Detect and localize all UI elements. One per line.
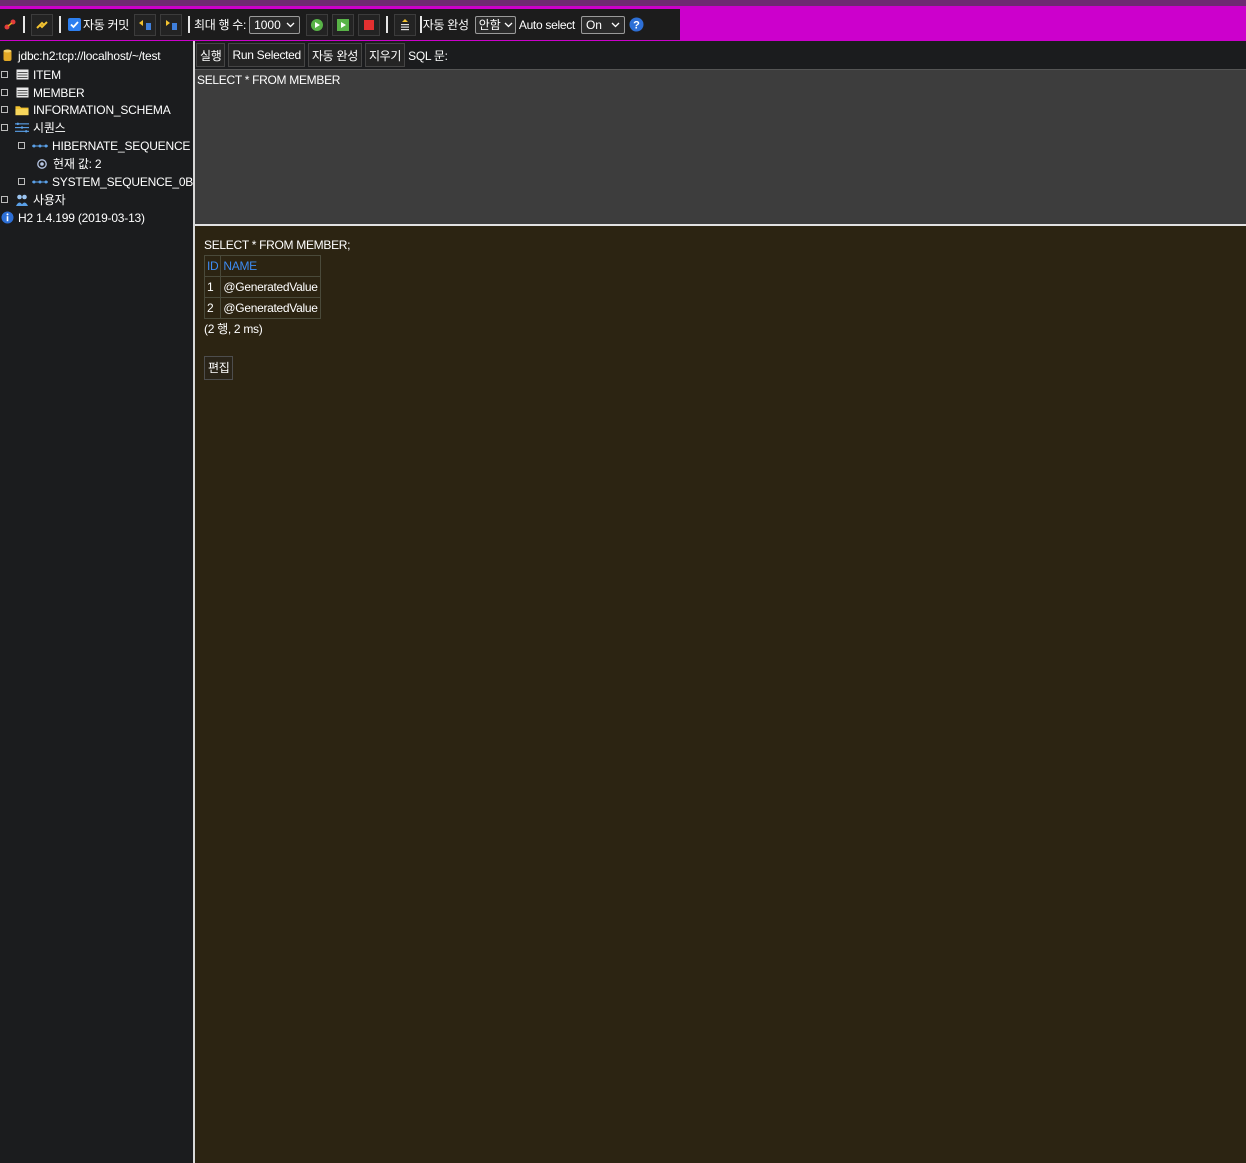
rollback-icon[interactable] bbox=[134, 13, 156, 36]
executed-statement: SELECT * FROM MEMBER; bbox=[204, 238, 351, 252]
expand-toggle[interactable] bbox=[1, 106, 8, 113]
object-tree: jdbc:h2:tcp://localhost/~/test ITEM MEMB… bbox=[0, 41, 193, 1163]
toolbar-separator bbox=[385, 16, 388, 33]
results-panel: SELECT * FROM MEMBER; ID NAME 1 @Generat… bbox=[195, 226, 1246, 1163]
max-rows-select[interactable]: 1000 bbox=[249, 15, 300, 34]
auto-select-value: On bbox=[585, 17, 602, 32]
tree-item-member[interactable]: MEMBER bbox=[1, 84, 85, 101]
run-button[interactable]: 실행 bbox=[196, 43, 226, 67]
expand-toggle[interactable] bbox=[1, 71, 8, 78]
max-rows-value: 1000 bbox=[254, 17, 281, 32]
database-icon bbox=[2, 49, 13, 63]
top-stripe bbox=[0, 0, 1246, 6]
tree-label: SYSTEM_SEQUENCE_0B bbox=[52, 174, 193, 189]
column-header-id[interactable]: ID bbox=[203, 255, 222, 277]
chevron-down-icon bbox=[504, 22, 513, 27]
tree-item-item[interactable]: ITEM bbox=[1, 66, 61, 83]
tree-label: HIBERNATE_SEQUENCE bbox=[52, 138, 191, 153]
toolbar-separator bbox=[23, 16, 25, 33]
auto-complete-label: 자동 완성 bbox=[422, 18, 469, 32]
auto-commit-checkbox[interactable] bbox=[68, 18, 81, 31]
tree-item-sequences[interactable]: 시퀀스 bbox=[1, 119, 66, 136]
stop-icon[interactable] bbox=[357, 13, 380, 36]
toolbar-separator bbox=[188, 16, 190, 33]
expand-toggle[interactable] bbox=[1, 196, 8, 203]
info-icon bbox=[0, 211, 14, 225]
cell-name: @GeneratedValue bbox=[220, 297, 321, 319]
cell-name: @GeneratedValue bbox=[220, 276, 321, 298]
tree-item-current-value: 현재 값: 2 bbox=[37, 155, 102, 172]
refresh-icon[interactable] bbox=[31, 13, 53, 36]
table-row: 1 @GeneratedValue bbox=[203, 276, 321, 298]
tree-item-system-sequence[interactable]: SYSTEM_SEQUENCE_0B bbox=[18, 173, 193, 190]
tree-connection[interactable]: jdbc:h2:tcp://localhost/~/test bbox=[2, 47, 161, 64]
folder-icon bbox=[15, 103, 29, 117]
table-row: 2 @GeneratedValue bbox=[203, 297, 321, 319]
edit-button[interactable]: 편집 bbox=[204, 356, 234, 380]
sequence-icon bbox=[32, 175, 48, 189]
max-rows-label: 최대 행 수: bbox=[194, 18, 247, 32]
expand-toggle[interactable] bbox=[1, 89, 8, 96]
connection-label: jdbc:h2:tcp://localhost/~/test bbox=[18, 48, 161, 63]
expand-toggle[interactable] bbox=[1, 124, 8, 131]
auto-commit-label: 자동 커밋 bbox=[83, 18, 129, 32]
commit-icon[interactable] bbox=[160, 13, 182, 36]
results-table: ID NAME 1 @GeneratedValue 2 @GeneratedVa… bbox=[203, 255, 321, 319]
tree-label: ITEM bbox=[33, 67, 61, 82]
svg-text:?: ? bbox=[634, 20, 641, 32]
tree-label: 현재 값: 2 bbox=[53, 157, 102, 171]
chevron-down-icon bbox=[286, 22, 295, 27]
expand-toggle[interactable] bbox=[18, 142, 25, 149]
version-label: H2 1.4.199 (2019-03-13) bbox=[18, 210, 145, 225]
toolbar: 자동 커밋 최대 행 수: 1000 자동 완성 안함 Auto select … bbox=[0, 9, 680, 40]
auto-complete-value: 안함 bbox=[478, 18, 501, 32]
cell-id: 1 bbox=[203, 276, 222, 298]
sequences-icon bbox=[15, 121, 29, 135]
run-icon[interactable] bbox=[305, 13, 328, 36]
history-icon[interactable] bbox=[393, 13, 416, 36]
tree-version: H2 1.4.199 (2019-03-13) bbox=[0, 209, 145, 226]
top-bar: 자동 커밋 최대 행 수: 1000 자동 완성 안함 Auto select … bbox=[0, 0, 1246, 41]
tree-item-hibernate-sequence[interactable]: HIBERNATE_SEQUENCE bbox=[18, 137, 190, 154]
table-icon bbox=[15, 68, 29, 82]
sql-text: SELECT * FROM MEMBER bbox=[197, 73, 341, 87]
auto-complete-select[interactable]: 안함 bbox=[474, 15, 516, 34]
tree-label: INFORMATION_SCHEMA bbox=[33, 102, 171, 117]
sql-editor[interactable]: SELECT * FROM MEMBER bbox=[195, 69, 1246, 224]
table-header-row: ID NAME bbox=[203, 255, 321, 277]
auto-select-select[interactable]: On bbox=[580, 15, 625, 34]
chevron-down-icon bbox=[611, 22, 620, 27]
auto-complete-button[interactable]: 자동 완성 bbox=[307, 43, 362, 67]
tree-label: 시퀀스 bbox=[33, 121, 66, 135]
result-summary: (2 행, 2 ms) bbox=[204, 322, 263, 336]
toolbar-separator bbox=[59, 16, 61, 33]
table-icon bbox=[15, 86, 29, 100]
sql-command-bar: 실행 Run Selected 자동 완성 지우기 SQL 문: bbox=[195, 41, 1246, 69]
help-icon[interactable]: ? bbox=[629, 17, 645, 33]
cell-id: 2 bbox=[203, 297, 222, 319]
clear-button[interactable]: 지우기 bbox=[364, 43, 406, 67]
auto-select-label: Auto select bbox=[518, 17, 575, 32]
sequence-icon bbox=[32, 139, 48, 153]
tree-item-information-schema[interactable]: INFORMATION_SCHEMA bbox=[1, 101, 171, 118]
users-icon bbox=[15, 193, 29, 207]
tree-label: MEMBER bbox=[33, 85, 85, 100]
column-header-name[interactable]: NAME bbox=[220, 255, 321, 277]
expand-toggle[interactable] bbox=[18, 178, 25, 185]
sql-statement-label: SQL 문: bbox=[408, 48, 448, 63]
value-icon bbox=[37, 157, 47, 171]
run-selected-button[interactable]: Run Selected bbox=[228, 43, 305, 67]
toolbar-separator bbox=[419, 16, 422, 33]
tree-label: 사용자 bbox=[33, 193, 66, 207]
disconnect-icon[interactable] bbox=[2, 14, 18, 36]
tree-item-users[interactable]: 사용자 bbox=[1, 191, 66, 208]
run-selected-icon[interactable] bbox=[331, 13, 354, 36]
